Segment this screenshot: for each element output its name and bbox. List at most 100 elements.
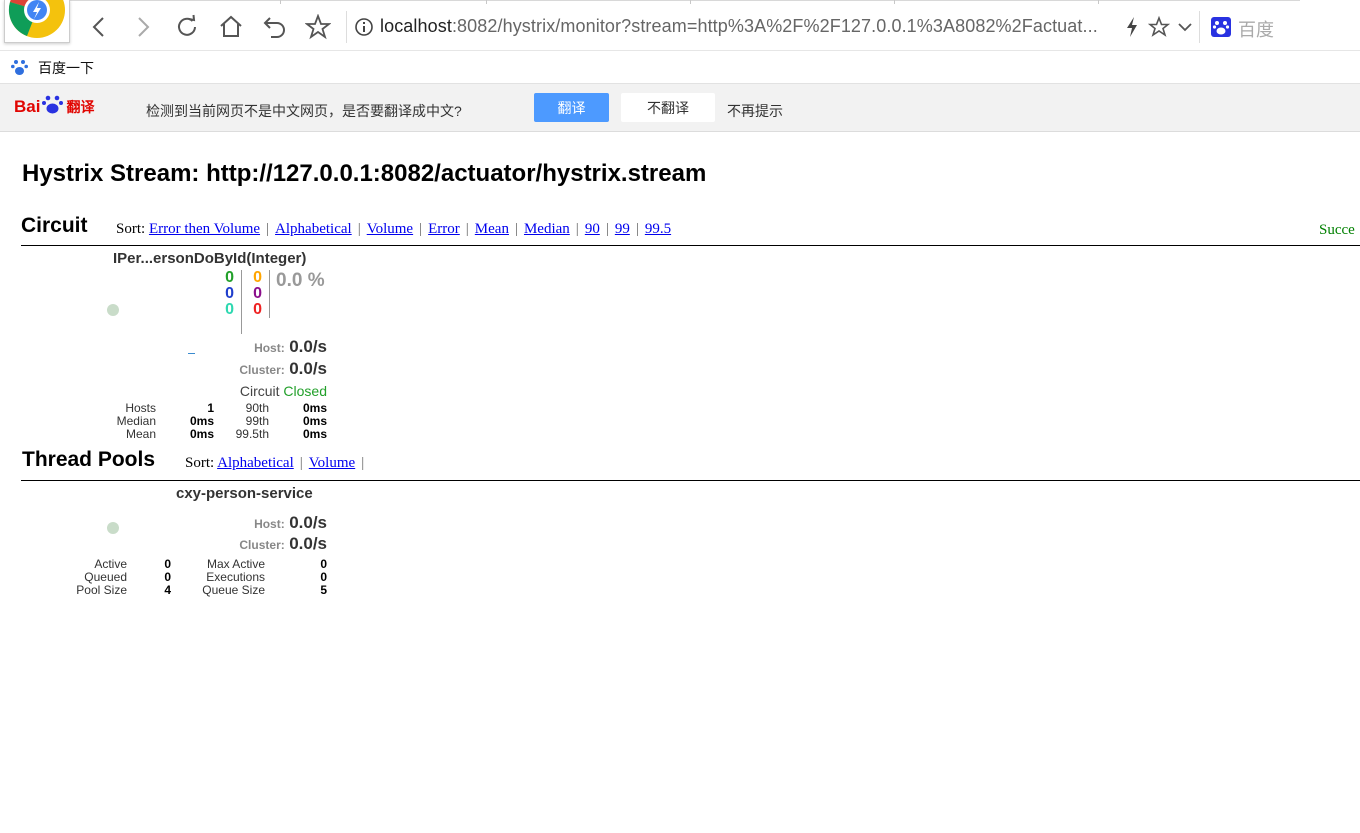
home-button[interactable] xyxy=(216,12,246,42)
circuit-status-value: Closed xyxy=(283,383,327,399)
host-rate: 0.0/s xyxy=(289,337,327,356)
thread-pools-heading: Thread Pools xyxy=(22,448,156,471)
tab-separator xyxy=(894,0,895,4)
thread-pool-name: cxy-person-service xyxy=(176,485,313,502)
sort-alphabetical-link[interactable]: Alphabetical xyxy=(275,221,352,237)
site-info-icon[interactable] xyxy=(354,17,374,42)
p995-value: 0ms xyxy=(302,427,327,441)
sort-label: Sort: xyxy=(185,455,215,471)
reload-button[interactable] xyxy=(172,12,202,42)
tp-host-label: Host: xyxy=(254,517,285,531)
stats-labels-right: 90th 99th 99.5th xyxy=(220,402,269,441)
sort-99-link[interactable]: 99 xyxy=(615,221,630,237)
sort-separator: | xyxy=(635,221,639,237)
tp-stats-values-left: 0 0 4 xyxy=(140,558,171,597)
tp-stats-labels-right: Max Active Executions Queue Size xyxy=(185,558,265,597)
queue-size-label: Queue Size xyxy=(202,583,265,597)
host-label: Host: xyxy=(254,341,285,355)
tp-host-rate-row: Host: 0.0/s xyxy=(180,513,327,533)
tp-stats-labels-left: Active Queued Pool Size xyxy=(60,558,127,597)
sort-volume-link[interactable]: Volume xyxy=(367,221,413,237)
sort-mean-link[interactable]: Mean xyxy=(475,221,509,237)
circuit-divider xyxy=(21,245,1360,246)
no-translate-button[interactable]: 不翻译 xyxy=(621,93,715,122)
mean-value: 0ms xyxy=(189,427,214,441)
success-count: 0 xyxy=(225,269,234,286)
baidu-paw-icon xyxy=(10,57,30,82)
cluster-rate-row: Cluster: 0.0/s xyxy=(180,359,327,379)
sort-separator: | xyxy=(514,221,518,237)
browser-logo-icon[interactable] xyxy=(4,0,70,43)
connection-status: Succe xyxy=(1319,222,1355,238)
reload-icon xyxy=(178,14,196,36)
queue-size-value: 5 xyxy=(320,583,327,597)
lightning-icon[interactable] xyxy=(1124,16,1140,43)
rejected-count: 0 xyxy=(253,285,262,302)
tp-sort-volume-link[interactable]: Volume xyxy=(309,455,355,471)
sort-separator: | xyxy=(361,455,365,471)
sort-error-volume-link[interactable]: Error then Volume xyxy=(149,221,260,237)
bookmarks-bar xyxy=(0,51,1360,84)
circuit-health-bubble xyxy=(107,304,119,316)
url-path: :8082/hystrix/monitor?stream=http%3A%2F%… xyxy=(451,16,1098,36)
sort-median-link[interactable]: Median xyxy=(524,221,570,237)
cluster-label: Cluster: xyxy=(239,363,285,377)
url-host: localhost xyxy=(380,16,452,36)
chevron-down-icon[interactable] xyxy=(1176,17,1194,42)
undo-button[interactable] xyxy=(260,12,290,42)
circuit-status-label: Circuit xyxy=(239,383,280,399)
favorite-star-icon[interactable] xyxy=(1147,15,1171,43)
search-engine-label[interactable]: 百度 xyxy=(1238,16,1274,42)
stats-labels-left: Hosts Median Mean xyxy=(100,402,156,441)
tp-cluster-rate: 0.0/s xyxy=(289,534,327,553)
tab-separator xyxy=(486,0,487,4)
timeout-count: 0 xyxy=(253,269,262,286)
back-arrow-icon xyxy=(92,17,104,37)
sort-separator: | xyxy=(465,221,469,237)
thread-pools-sort-bar: Sort: Alphabetical | Volume | xyxy=(185,455,370,472)
tp-host-rate: 0.0/s xyxy=(289,513,327,532)
baidu-paw-icon[interactable] xyxy=(1210,16,1232,43)
home-icon xyxy=(220,15,242,37)
p995-label: 99.5th xyxy=(235,427,269,441)
tp-sort-alphabetical-link[interactable]: Alphabetical xyxy=(217,455,294,471)
sort-separator: | xyxy=(266,221,270,237)
thread-pool-health-bubble xyxy=(107,522,119,534)
sort-error-link[interactable]: Error xyxy=(428,221,460,237)
pool-size-value: 4 xyxy=(164,583,171,597)
mean-label: Mean xyxy=(125,427,156,441)
forward-button[interactable] xyxy=(128,12,158,42)
counts-divider xyxy=(269,270,270,318)
sort-separator: | xyxy=(419,221,423,237)
counts-divider xyxy=(241,270,242,334)
tab-separator xyxy=(690,0,691,4)
sort-label: Sort: xyxy=(116,221,146,237)
bookmark-item-baidu[interactable]: 百度一下 xyxy=(38,58,94,78)
bad-request-count: 0 xyxy=(225,301,234,318)
forward-arrow-icon xyxy=(138,17,150,37)
translate-button[interactable]: 翻译 xyxy=(534,93,609,122)
baidu-translate-logo: Bai 翻译 xyxy=(14,93,94,121)
circuit-sort-bar: Sort: Error then Volume | Alphabetical | Vol… xyxy=(116,221,671,238)
sort-90-link[interactable]: 90 xyxy=(585,221,600,237)
counts-column-failures: 0 0 0 xyxy=(248,270,262,318)
short-circuited-count: 0 xyxy=(225,285,234,302)
sort-separator: | xyxy=(605,221,609,237)
pool-size-label: Pool Size xyxy=(76,583,127,597)
translate-brand-left: Bai xyxy=(14,97,41,116)
host-rate-row: Host: 0.0/s xyxy=(180,337,327,357)
circuit-status-row: Circuit Closed xyxy=(180,383,327,399)
star-icon xyxy=(305,14,331,40)
bookmark-star-button[interactable] xyxy=(303,12,333,42)
sort-99-5-link[interactable]: 99.5 xyxy=(645,221,671,237)
url-text[interactable]: localhost:8082/hystrix/monitor?stream=ht… xyxy=(380,16,1098,37)
tab-strip-edge xyxy=(70,0,1300,4)
circuit-heading: Circuit xyxy=(21,214,88,237)
back-button[interactable] xyxy=(84,12,114,42)
thread-pools-divider xyxy=(21,480,1360,481)
sort-separator: | xyxy=(299,455,303,471)
never-show-link[interactable]: 不再提示 xyxy=(727,101,783,121)
error-percentage: 0.0 % xyxy=(276,270,325,291)
tp-cluster-label: Cluster: xyxy=(239,538,285,552)
stats-values-left: 1 0ms 0ms xyxy=(170,402,214,441)
